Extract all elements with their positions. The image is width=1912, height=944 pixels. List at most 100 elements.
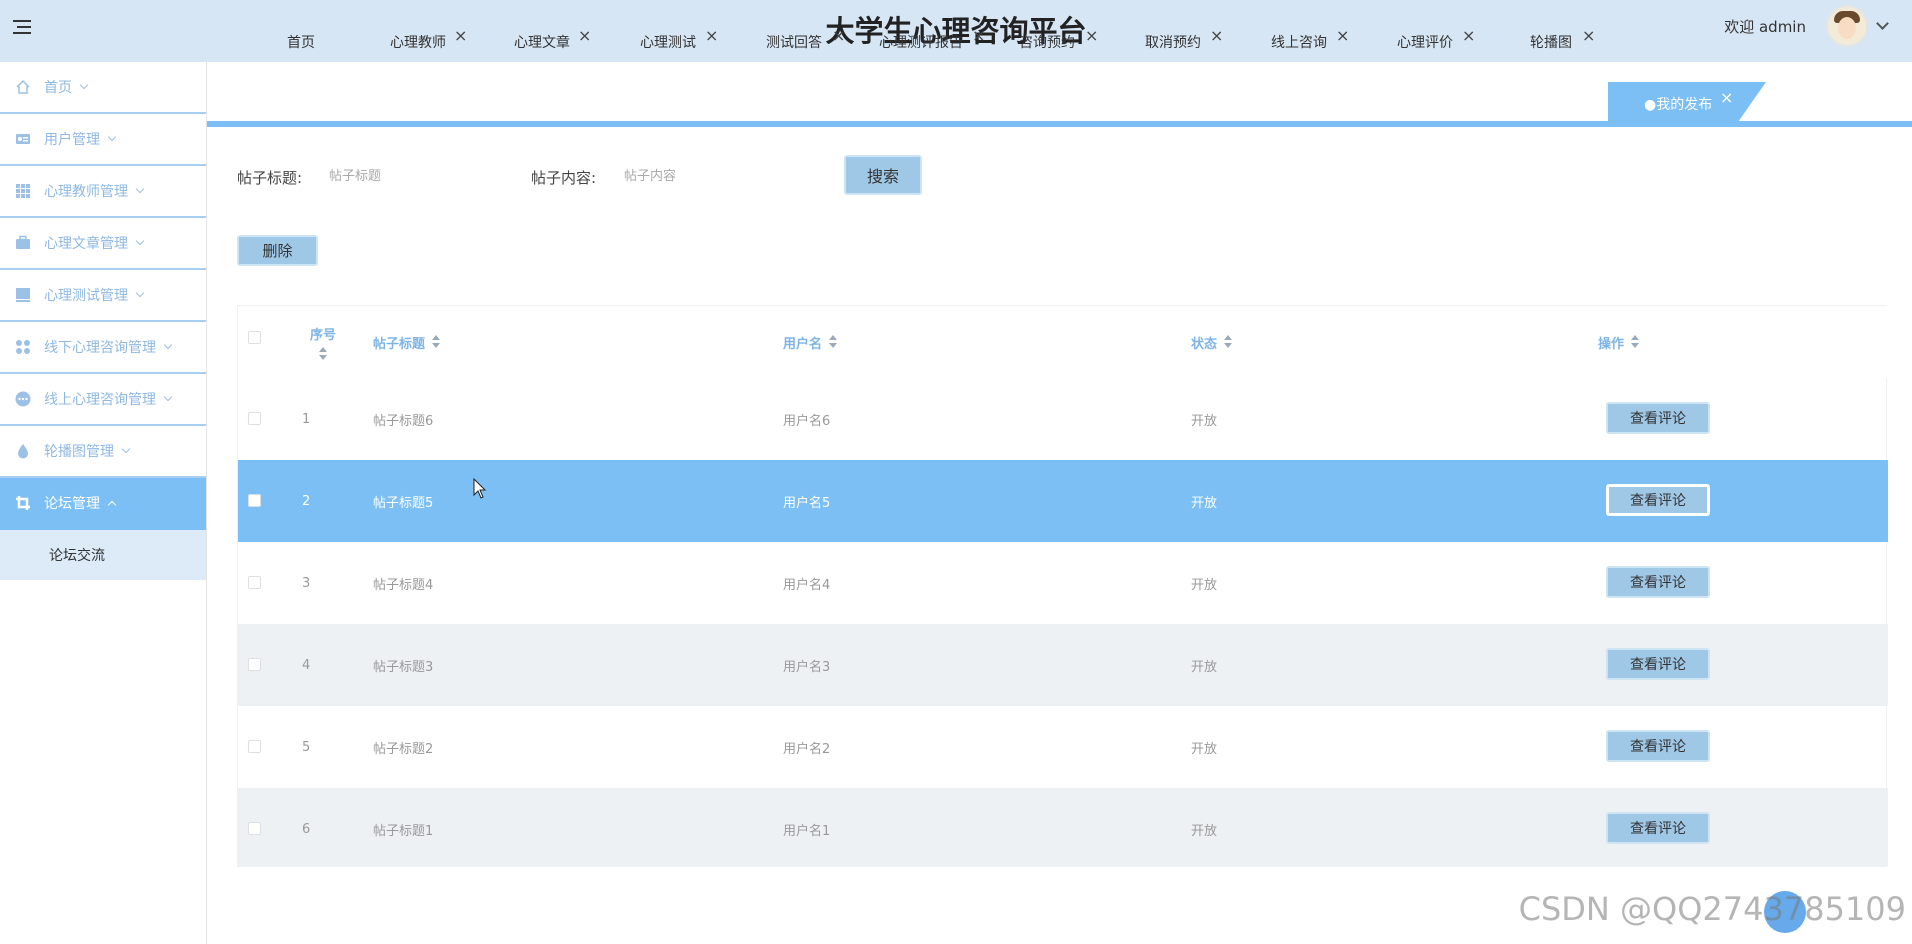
sidebar: 首页 用户管理 心理教师管理 心理文章管理 心理测试管理 线下心理咨询管理 线上… xyxy=(0,62,207,944)
sidebar-subitem-forum-exchange[interactable]: 论坛交流 xyxy=(0,530,206,580)
tab-my-posts[interactable]: ●我的发布 × xyxy=(1608,82,1738,124)
tab-evaluations[interactable]: 心理评价 × xyxy=(1392,20,1518,62)
tab-carousel[interactable]: 轮播图 × xyxy=(1518,20,1644,62)
tab-home[interactable]: 首页 xyxy=(270,20,370,62)
sort-icon[interactable] xyxy=(431,335,441,349)
sidebar-item-teachers[interactable]: 心理教师管理 xyxy=(0,166,206,218)
row-status: 开放 xyxy=(1191,577,1218,593)
chevron-down-icon xyxy=(135,236,145,246)
tab-cancel-appointments[interactable]: 取消预约 × xyxy=(1140,20,1266,62)
close-icon[interactable]: × xyxy=(1210,26,1223,45)
tab-test-answers[interactable]: 测试回答 × xyxy=(748,20,874,62)
close-icon[interactable]: × xyxy=(1336,26,1349,45)
view-comments-button[interactable]: 查看评论 xyxy=(1606,812,1710,844)
header-actions[interactable]: 操作 xyxy=(1598,306,1640,378)
close-icon[interactable]: × xyxy=(972,26,985,45)
table-row[interactable]: 2 帖子标题5 用户名5 开放 查看评论 xyxy=(238,460,1888,542)
sort-icon[interactable] xyxy=(1223,335,1233,349)
sort-icon[interactable] xyxy=(828,335,838,349)
view-comments-button[interactable]: 查看评论 xyxy=(1606,484,1710,516)
crop-icon xyxy=(15,495,31,511)
table-header: 序号 帖子标题 用户名 状态 操作 xyxy=(238,306,1888,378)
row-checkbox[interactable] xyxy=(248,576,261,589)
row-username: 用户名5 xyxy=(783,495,831,511)
row-index: 2 xyxy=(302,493,311,509)
table-row[interactable]: 5 帖子标题2 用户名2 开放 查看评论 xyxy=(238,706,1888,788)
close-icon[interactable]: × xyxy=(832,26,845,45)
select-all-checkbox[interactable] xyxy=(248,331,261,344)
sidebar-item-forum[interactable]: 论坛管理 xyxy=(0,478,206,530)
table-row[interactable]: 4 帖子标题3 用户名3 开放 查看评论 xyxy=(238,624,1888,706)
delete-button[interactable]: 删除 xyxy=(237,235,318,266)
sidebar-item-articles[interactable]: 心理文章管理 xyxy=(0,218,206,270)
row-username: 用户名3 xyxy=(783,659,831,675)
sidebar-item-label: 心理教师管理 xyxy=(44,184,128,200)
close-icon[interactable]: × xyxy=(1462,26,1475,45)
post-content-input[interactable] xyxy=(624,159,814,193)
sort-icon[interactable] xyxy=(318,346,328,361)
apps-icon xyxy=(15,339,31,355)
sidebar-item-offline-consult[interactable]: 线下心理咨询管理 xyxy=(0,322,206,374)
table-row[interactable]: 6 帖子标题1 用户名1 开放 查看评论 xyxy=(238,788,1888,866)
tab-teachers[interactable]: 心理教师 × xyxy=(370,20,496,62)
view-comments-button[interactable]: 查看评论 xyxy=(1606,566,1710,598)
briefcase-icon xyxy=(15,235,31,251)
row-username: 用户名6 xyxy=(783,413,831,429)
post-title-input[interactable] xyxy=(329,159,509,193)
grid-icon xyxy=(15,183,31,199)
posts-table: 序号 帖子标题 用户名 状态 操作 1 帖子标题6 用户名6 开放 查看评论 2… xyxy=(237,305,1888,867)
sidebar-item-home[interactable]: 首页 xyxy=(0,62,206,114)
row-status: 开放 xyxy=(1191,659,1218,675)
chevron-down-icon xyxy=(163,340,173,350)
post-title-label: 帖子标题: xyxy=(237,169,303,187)
row-index: 1 xyxy=(302,411,311,427)
row-checkbox[interactable] xyxy=(248,822,261,835)
view-comments-button[interactable]: 查看评论 xyxy=(1606,402,1710,434)
drop-icon xyxy=(15,443,31,459)
tab-active-tail xyxy=(1738,82,1766,122)
chevron-down-icon xyxy=(135,184,145,194)
id-card-icon xyxy=(15,131,31,147)
table-row[interactable]: 1 帖子标题6 用户名6 开放 查看评论 xyxy=(238,378,1888,460)
view-comments-button[interactable]: 查看评论 xyxy=(1606,648,1710,680)
row-title: 帖子标题5 xyxy=(373,495,434,511)
close-icon[interactable]: × xyxy=(1720,88,1733,107)
sidebar-item-label: 心理文章管理 xyxy=(44,236,128,252)
header-username[interactable]: 用户名 xyxy=(783,306,838,378)
header-status[interactable]: 状态 xyxy=(1191,306,1233,378)
row-status: 开放 xyxy=(1191,741,1218,757)
header-index[interactable]: 序号 xyxy=(303,306,343,378)
row-title: 帖子标题1 xyxy=(373,823,434,839)
sidebar-item-users[interactable]: 用户管理 xyxy=(0,114,206,166)
row-checkbox[interactable] xyxy=(248,412,261,425)
home-icon xyxy=(15,79,31,95)
tab-online-consult[interactable]: 线上咨询 × xyxy=(1266,20,1392,62)
sidebar-item-tests[interactable]: 心理测试管理 xyxy=(0,270,206,322)
close-icon[interactable]: × xyxy=(1582,26,1595,45)
avatar[interactable] xyxy=(1826,5,1868,47)
header-title[interactable]: 帖子标题 xyxy=(373,306,441,378)
close-icon[interactable]: × xyxy=(705,26,718,45)
sidebar-item-label: 用户管理 xyxy=(44,132,100,148)
view-comments-button[interactable]: 查看评论 xyxy=(1606,730,1710,762)
chevron-down-icon xyxy=(135,288,145,298)
sidebar-item-carousel[interactable]: 轮播图管理 xyxy=(0,426,206,478)
close-icon[interactable]: × xyxy=(578,26,591,45)
row-checkbox[interactable] xyxy=(248,740,261,753)
sidebar-item-label: 论坛管理 xyxy=(44,496,100,512)
tab-appointments[interactable]: 咨询预约 × xyxy=(1014,20,1140,62)
row-checkbox[interactable] xyxy=(248,494,261,507)
sort-icon[interactable] xyxy=(1630,335,1640,349)
row-checkbox[interactable] xyxy=(248,658,261,671)
table-row[interactable]: 3 帖子标题4 用户名4 开放 查看评论 xyxy=(238,542,1888,624)
post-content-label: 帖子内容: xyxy=(531,169,597,187)
tab-articles[interactable]: 心理文章 × xyxy=(496,20,622,62)
row-index: 6 xyxy=(302,821,311,837)
search-button[interactable]: 搜索 xyxy=(844,155,922,195)
sidebar-item-online-consult[interactable]: 线上心理咨询管理 xyxy=(0,374,206,426)
close-icon[interactable]: × xyxy=(1085,26,1098,45)
row-status: 开放 xyxy=(1191,413,1218,429)
close-icon[interactable]: × xyxy=(454,26,467,45)
tab-tests[interactable]: 心理测试 × xyxy=(622,20,748,62)
tab-reports[interactable]: 心理测评报告 × xyxy=(874,20,1014,62)
